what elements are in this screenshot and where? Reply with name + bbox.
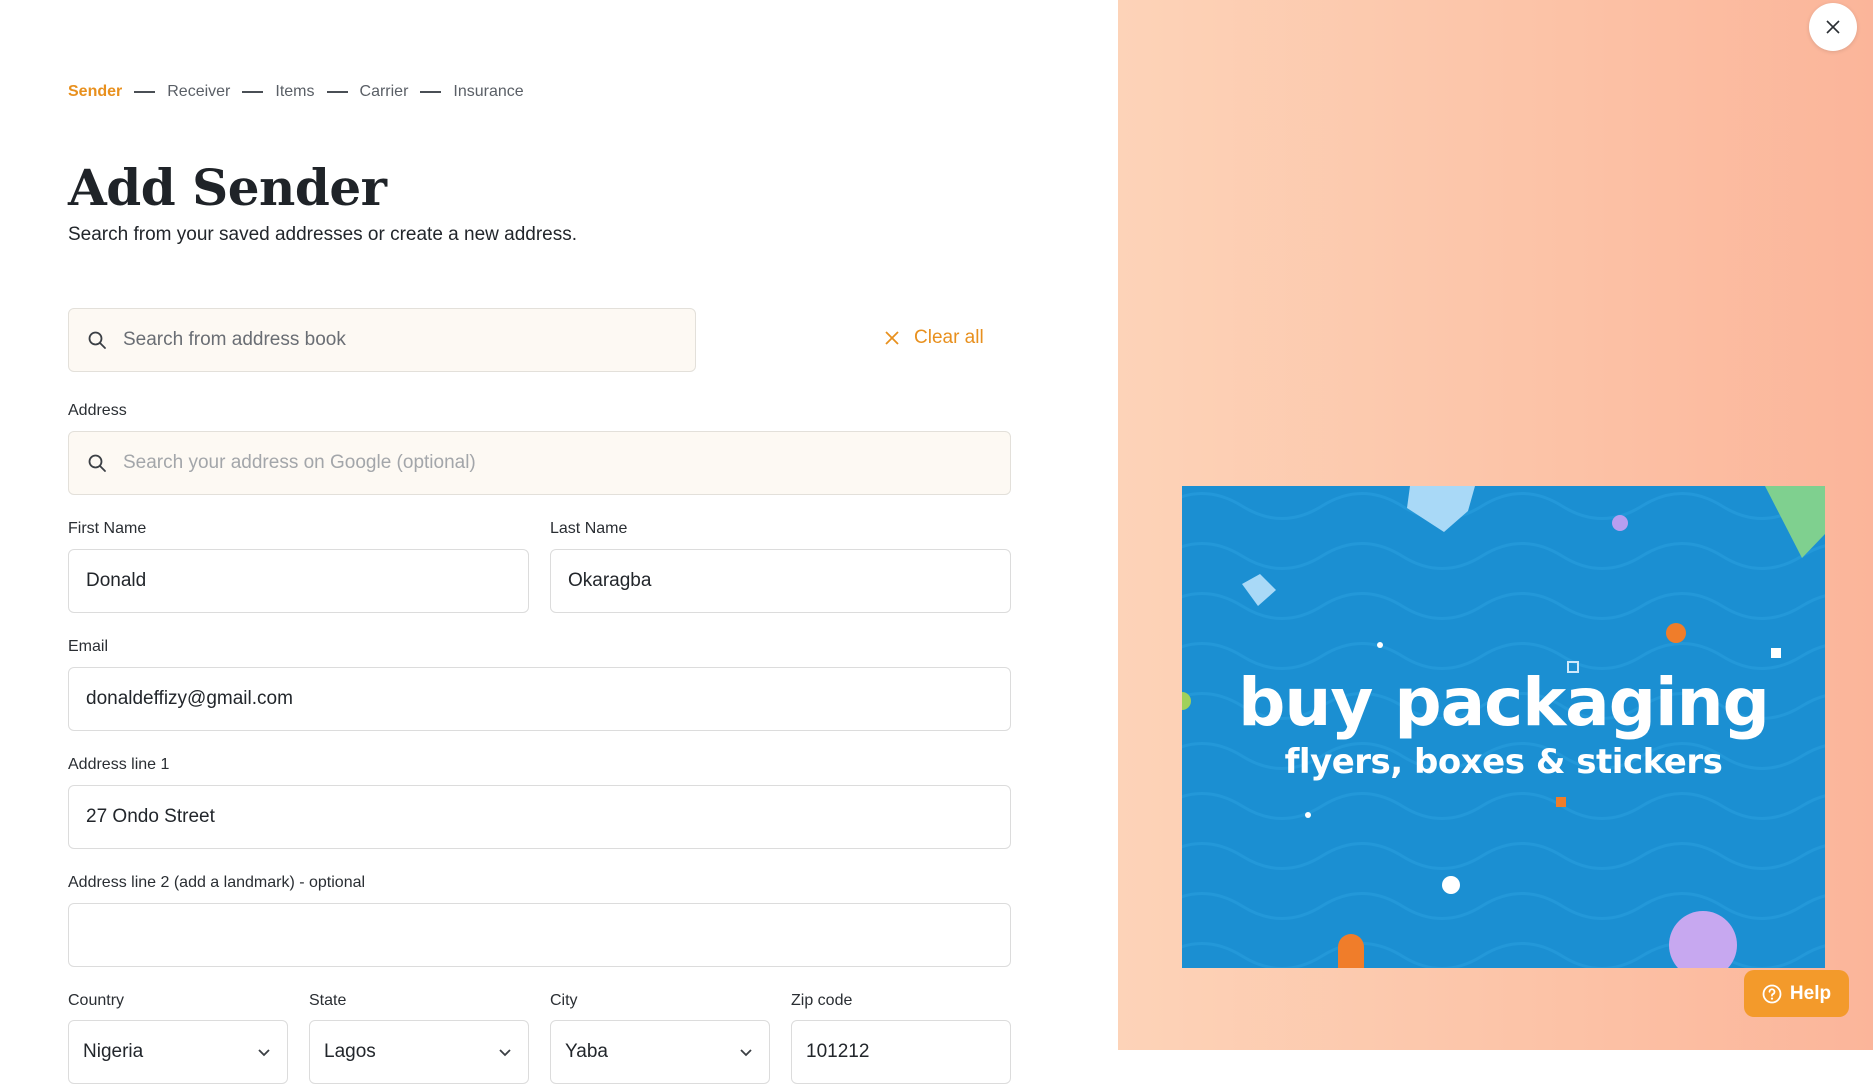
step-insurance[interactable]: Insurance: [453, 83, 523, 101]
state-label: State: [309, 992, 347, 1009]
page-title: Add Sender: [68, 158, 387, 217]
help-icon: [1762, 984, 1782, 1003]
zip-label: Zip code: [791, 992, 853, 1009]
zip-value: 101212: [806, 1041, 870, 1062]
help-label: Help: [1789, 982, 1832, 1004]
google-address-search[interactable]: [68, 431, 1011, 495]
banner-subtitle: flyers, boxes & stickers: [1284, 742, 1723, 782]
step-receiver[interactable]: Receiver: [167, 83, 230, 101]
step-divider: [242, 91, 264, 93]
country-label: Country: [68, 992, 125, 1009]
chevron-down-icon: [499, 1049, 511, 1057]
search-icon: [88, 454, 106, 472]
state-value: Lagos: [324, 1041, 376, 1062]
step-divider: [134, 91, 156, 93]
page-subtitle: Search from your saved addresses or crea…: [68, 224, 578, 245]
search-icon: [88, 331, 106, 349]
chevron-down-icon: [740, 1049, 752, 1057]
address-label: Address: [68, 402, 127, 419]
clear-all-label: Clear all: [914, 327, 984, 348]
first-name-label: First Name: [68, 520, 147, 537]
address-line2-label: Address line 2 (add a landmark) - option…: [68, 874, 366, 891]
last-name-input[interactable]: [551, 570, 1010, 592]
step-divider: [420, 91, 442, 93]
first-name-input[interactable]: [69, 570, 528, 592]
step-carrier[interactable]: Carrier: [360, 83, 409, 101]
stepper: Sender Receiver Items Carrier Insurance: [68, 80, 524, 104]
address-book-input[interactable]: [121, 328, 695, 352]
clear-all-button[interactable]: Clear all: [884, 322, 984, 354]
close-icon: [1826, 20, 1840, 34]
country-value: Nigeria: [83, 1041, 144, 1062]
google-address-input[interactable]: [121, 451, 1010, 475]
chevron-down-icon: [258, 1049, 270, 1057]
address-line1-input[interactable]: [69, 806, 1010, 828]
email-input[interactable]: [69, 688, 1010, 710]
address-line1-label: Address line 1: [68, 756, 170, 773]
city-select[interactable]: Yaba: [550, 1020, 770, 1084]
zip-field[interactable]: 101212: [791, 1020, 1011, 1084]
promo-banner[interactable]: buy packaging flyers, boxes & stickers: [1182, 486, 1825, 968]
first-name-field[interactable]: [68, 549, 529, 613]
city-label: City: [550, 992, 578, 1009]
step-items[interactable]: Items: [275, 83, 314, 101]
email-field[interactable]: [68, 667, 1011, 731]
city-value: Yaba: [565, 1041, 608, 1062]
last-name-label: Last Name: [550, 520, 628, 537]
address-book-search[interactable]: [68, 308, 696, 372]
country-select[interactable]: Nigeria: [68, 1020, 288, 1084]
state-select[interactable]: Lagos: [309, 1020, 529, 1084]
banner-title: buy packaging: [1238, 664, 1770, 741]
email-label: Email: [68, 638, 109, 655]
form-panel: Sender Receiver Items Carrier Insurance …: [0, 0, 1118, 1084]
close-icon: [885, 331, 899, 345]
close-button[interactable]: [1809, 3, 1857, 51]
help-button[interactable]: Help: [1744, 970, 1849, 1017]
step-sender[interactable]: Sender: [68, 83, 122, 101]
step-divider: [326, 91, 348, 93]
last-name-field[interactable]: [550, 549, 1011, 613]
address-line2-input[interactable]: [69, 924, 1010, 946]
address-line1-field[interactable]: [68, 785, 1011, 849]
address-line2-field[interactable]: [68, 903, 1011, 967]
